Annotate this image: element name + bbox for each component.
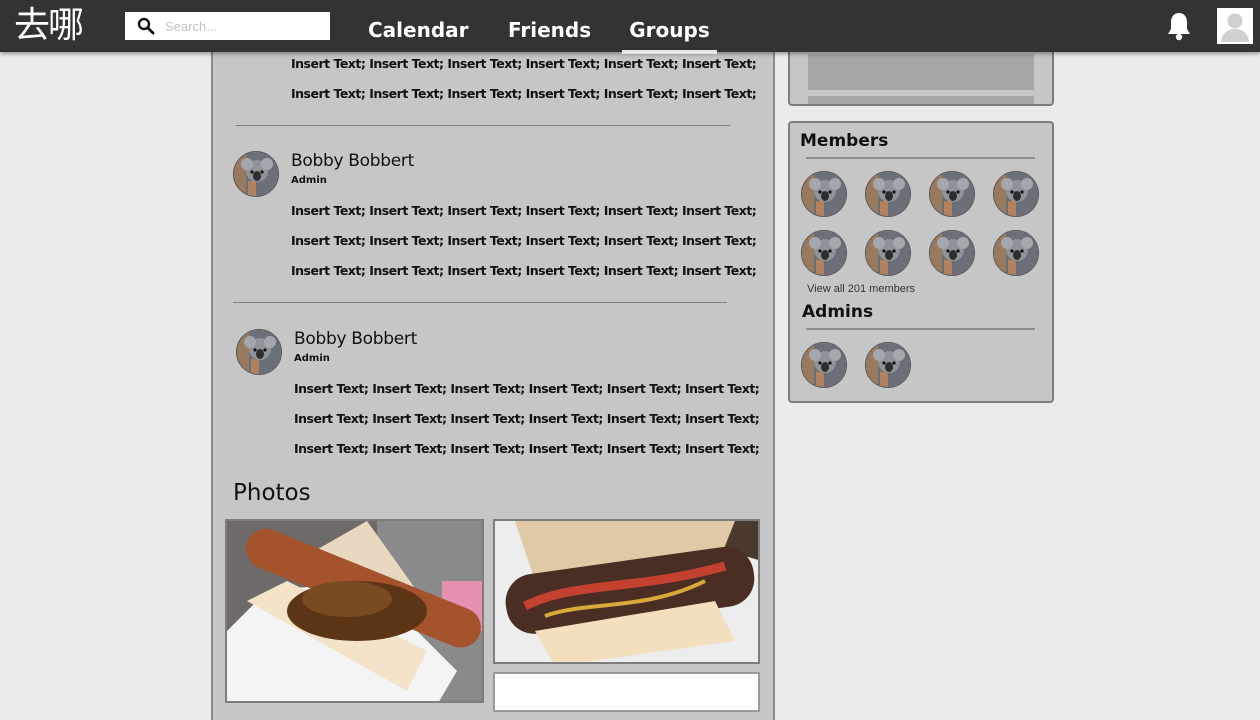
members-divider [806,157,1035,159]
admins-heading: Admins [802,302,874,322]
post-text-line: Insert Text; Insert Text; Insert Text; I… [291,263,757,278]
post-text-line: Insert Text; Insert Text; Insert Text; I… [294,381,760,396]
post-text-line: Insert Text; Insert Text; Insert Text; I… [291,86,757,101]
tab-groups[interactable]: Groups [622,0,717,54]
member-avatar[interactable] [801,230,847,276]
tab-friends[interactable]: Friends [508,0,591,52]
post-text-line: Insert Text; Insert Text; Insert Text; I… [291,203,757,218]
search-box[interactable] [125,12,330,40]
user-avatar-icon[interactable] [1217,8,1253,44]
member-avatar[interactable] [929,171,975,217]
post-author-name[interactable]: Bobby Bobbert [294,329,417,349]
search-input[interactable] [165,15,323,37]
post-author-name[interactable]: Bobby Bobbert [291,151,414,171]
app-logo[interactable]: 去哪 [14,2,84,50]
hotdog-photo-2[interactable] [493,519,760,664]
admin-avatar[interactable] [801,342,847,388]
info-placeholder-block [808,54,1034,90]
member-avatar[interactable] [865,171,911,217]
member-avatar[interactable] [993,171,1039,217]
post-text-line: Insert Text; Insert Text; Insert Text; I… [291,56,757,71]
post-text-line: Insert Text; Insert Text; Insert Text; I… [294,411,760,426]
search-icon [137,17,155,35]
view-all-members-link[interactable]: View all 201 members [807,283,915,295]
tab-calendar[interactable]: Calendar [368,0,469,52]
member-avatar[interactable] [993,230,1039,276]
post-divider [236,125,730,126]
author-avatar[interactable] [236,329,282,375]
bell-icon[interactable] [1165,10,1193,42]
top-navigation-bar: 去哪 Calendar Friends Groups [0,0,1260,54]
hotdog-photo-1[interactable] [225,519,484,703]
member-avatar[interactable] [801,171,847,217]
member-avatar[interactable] [929,230,975,276]
post-divider [233,302,727,303]
post-author-role: Admin [291,175,327,186]
info-placeholder-bar [808,96,1034,104]
members-heading: Members [800,131,889,151]
photo-3[interactable] [493,672,760,712]
author-avatar[interactable] [233,151,279,197]
post-text-line: Insert Text; Insert Text; Insert Text; I… [294,441,760,456]
photos-heading: Photos [233,480,311,506]
admins-divider [806,328,1035,330]
admin-avatar[interactable] [865,342,911,388]
post-author-role: Admin [294,353,330,364]
post-text-line: Insert Text; Insert Text; Insert Text; I… [291,233,757,248]
member-avatar[interactable] [865,230,911,276]
